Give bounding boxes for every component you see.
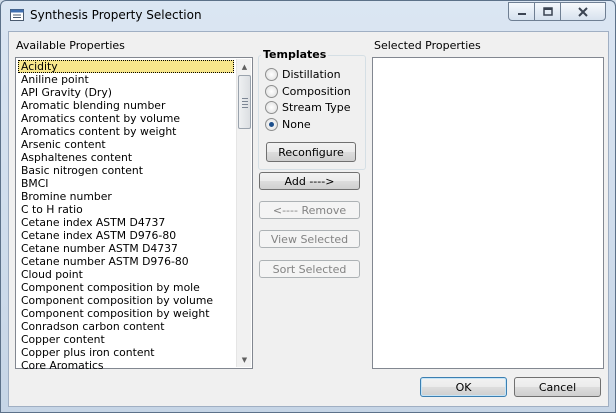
list-item[interactable]: Aromatics content by weight (18, 125, 234, 138)
list-item[interactable]: Aromatics content by volume (18, 112, 234, 125)
ok-button[interactable]: OK (420, 377, 507, 397)
list-item[interactable]: API Gravity (Dry) (18, 86, 234, 99)
selected-properties-label: Selected Properties (374, 39, 481, 52)
scroll-thumb[interactable] (238, 75, 251, 129)
list-item[interactable]: Conradson carbon content (18, 320, 234, 333)
list-item[interactable]: Acidity (18, 60, 234, 73)
scroll-down-icon[interactable]: ▼ (237, 352, 252, 367)
template-option-distillation[interactable]: Distillation (265, 68, 341, 81)
list-item[interactable]: Basic nitrogen content (18, 164, 234, 177)
list-item[interactable]: Aromatic blending number (18, 99, 234, 112)
template-option-stream-type[interactable]: Stream Type (265, 101, 351, 114)
template-option-none[interactable]: None (265, 118, 311, 131)
dialog-client: Available Properties Acidity Aniline poin… (8, 31, 609, 407)
radio-checked-icon[interactable] (265, 118, 278, 131)
list-item[interactable]: Asphaltenes content (18, 151, 234, 164)
template-option-label: Stream Type (282, 101, 351, 114)
close-icon (578, 6, 588, 17)
add-button[interactable]: Add ----> (259, 172, 360, 190)
reconfigure-button[interactable]: Reconfigure (266, 142, 356, 162)
selected-properties-list[interactable] (372, 57, 604, 369)
list-item[interactable]: C to H ratio (18, 203, 234, 216)
list-item[interactable]: Copper content (18, 333, 234, 346)
available-items: Acidity Aniline point API Gravity (Dry) Aro… (18, 60, 234, 372)
sort-selected-button[interactable]: Sort Selected (259, 260, 360, 278)
template-option-label: Composition (282, 85, 351, 98)
maximize-icon (542, 7, 553, 16)
vertical-scrollbar[interactable]: ▲ ▼ (236, 59, 251, 367)
view-selected-button[interactable]: View Selected (259, 230, 360, 248)
list-item[interactable]: Bromine number (18, 190, 234, 203)
remove-button[interactable]: <---- Remove (259, 201, 360, 219)
available-properties-label: Available Properties (16, 39, 125, 52)
title-bar[interactable]: Synthesis Property Selection (1, 1, 615, 31)
list-item[interactable]: Component composition by mole (18, 281, 234, 294)
radio-icon[interactable] (265, 101, 278, 114)
list-item[interactable]: Cetane number ASTM D976-80 (18, 255, 234, 268)
template-option-label: Distillation (282, 68, 341, 81)
cancel-button[interactable]: Cancel (514, 377, 601, 397)
dialog-window: Synthesis Property Selection Available P… (0, 0, 616, 413)
list-item[interactable]: Copper plus iron content (18, 346, 234, 359)
scroll-up-icon[interactable]: ▲ (237, 59, 252, 74)
radio-icon[interactable] (265, 68, 278, 81)
list-item[interactable]: Cetane index ASTM D4737 (18, 216, 234, 229)
minimize-icon (517, 12, 526, 15)
list-item[interactable]: Component composition by volume (18, 294, 234, 307)
list-item[interactable]: Arsenic content (18, 138, 234, 151)
list-item[interactable]: Component composition by weight (18, 307, 234, 320)
list-item[interactable]: Cetane number ASTM D4737 (18, 242, 234, 255)
list-item[interactable]: BMCI (18, 177, 234, 190)
app-icon (10, 9, 24, 21)
close-button[interactable] (560, 2, 606, 21)
minimize-button[interactable] (508, 2, 535, 21)
list-item[interactable]: Core Aromatics (18, 359, 234, 372)
radio-icon[interactable] (265, 85, 278, 98)
available-properties-list[interactable]: Acidity Aniline point API Gravity (Dry) Aro… (15, 57, 253, 372)
template-option-label: None (282, 118, 311, 131)
template-option-composition[interactable]: Composition (265, 85, 351, 98)
maximize-button[interactable] (534, 2, 561, 21)
list-item[interactable]: Cetane index ASTM D976-80 (18, 229, 234, 242)
window-title: Synthesis Property Selection (30, 8, 202, 22)
templates-group-title: Templates (261, 48, 329, 61)
list-item[interactable]: Cloud point (18, 268, 234, 281)
list-item[interactable]: Aniline point (18, 73, 234, 86)
